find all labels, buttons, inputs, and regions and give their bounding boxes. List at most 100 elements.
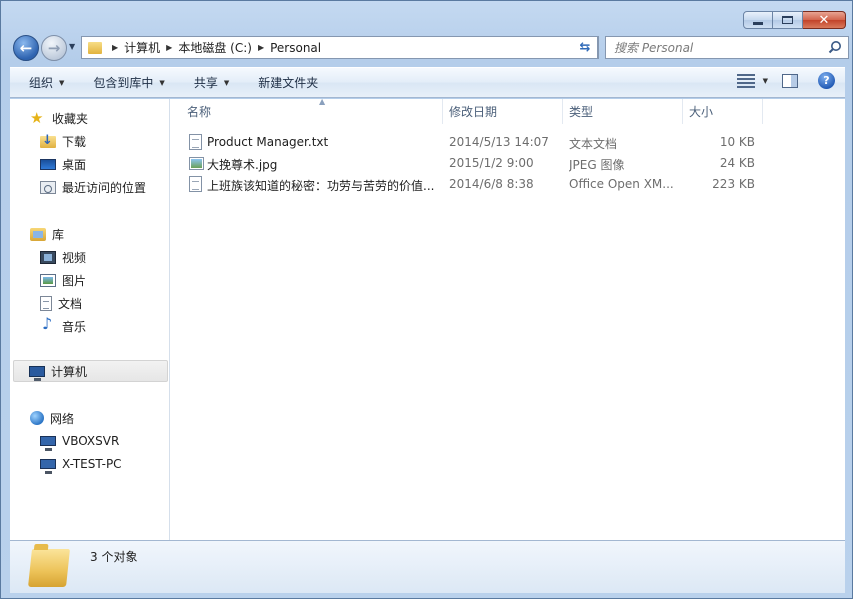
search-box: [605, 36, 849, 59]
minimize-icon: [753, 21, 763, 25]
nav-desktop-label: 桌面: [62, 157, 87, 172]
file-list: 名称 ▲ 修改日期 类型 大小 Product Manager.txt 2014…: [171, 97, 845, 540]
breadcrumb-personal[interactable]: Personal: [270, 41, 321, 55]
column-header-type[interactable]: 类型: [563, 99, 683, 124]
file-size: 223 KB: [712, 177, 755, 191]
address-bar[interactable]: ▶ 计算机 ▶ 本地磁盘 (C:) ▶ Personal ▼: [81, 36, 599, 59]
file-modified: 2014/6/8 8:38: [449, 177, 534, 191]
nav-computer[interactable]: 计算机: [13, 360, 168, 382]
file-name: 大挽尊术.jpg: [207, 158, 278, 172]
nav-recent-places[interactable]: 最近访问的位置: [40, 176, 146, 198]
search-input[interactable]: [614, 38, 824, 57]
column-size-label: 大小: [689, 105, 714, 119]
music-icon: [40, 314, 56, 334]
include-in-library-menu[interactable]: 包含到库中 ▼: [83, 70, 174, 96]
nav-downloads[interactable]: 下载: [40, 130, 86, 152]
breadcrumb-local-disk[interactable]: 本地磁盘 (C:): [178, 39, 252, 56]
recent-places-icon: [40, 180, 56, 194]
nav-downloads-label: 下载: [62, 134, 87, 149]
nav-music[interactable]: 音乐: [40, 314, 86, 337]
caption-buttons: ✕: [743, 11, 846, 29]
back-button[interactable]: ←: [13, 35, 39, 61]
column-header-size[interactable]: 大小: [683, 99, 763, 124]
recent-pages-dropdown[interactable]: ▼: [69, 42, 75, 51]
network-computer-icon: [40, 436, 56, 451]
file-type: JPEG 图像: [569, 158, 625, 172]
new-folder-button[interactable]: 新建文件夹: [248, 70, 328, 96]
network-icon: [30, 411, 44, 425]
content-area: ★收藏夹 下载 桌面 最近访问的位置 库 视频 图片 文档 音乐 计算机 网络 …: [10, 97, 845, 540]
nav-libraries[interactable]: 库: [30, 223, 64, 245]
forward-button[interactable]: →: [41, 35, 67, 61]
chevron-right-icon[interactable]: ▶: [258, 43, 264, 52]
nav-desktop[interactable]: 桌面: [40, 153, 86, 175]
search-icon[interactable]: [828, 40, 842, 54]
close-button[interactable]: ✕: [803, 11, 846, 29]
share-label: 共享: [193, 76, 218, 90]
column-type-label: 类型: [569, 105, 594, 119]
nav-libraries-label: 库: [52, 227, 65, 242]
command-bar: 组织 ▼ 包含到库中 ▼ 共享 ▼ 新建文件夹 ▼ ?: [10, 67, 845, 98]
nav-network-item-label: VBOXSVR: [62, 434, 120, 448]
navigation-bar: ← → ▼ ▶ 计算机 ▶ 本地磁盘 (C:) ▶ Personal ▼ ⇆: [11, 33, 849, 63]
nav-network-item[interactable]: X-TEST-PC: [40, 453, 122, 475]
breadcrumb-computer[interactable]: 计算机: [124, 39, 160, 56]
file-row[interactable]: 上班族该知道的秘密：功劳与苦劳的价值... 2014/6/8 8:38 Offi…: [183, 174, 783, 195]
column-modified-label: 修改日期: [449, 105, 498, 119]
nav-network-label: 网络: [50, 411, 75, 426]
file-name: 上班族该知道的秘密：功劳与苦劳的价值...: [207, 179, 435, 193]
file-row[interactable]: Product Manager.txt 2014/5/13 14:07 文本文档…: [183, 132, 783, 153]
text-file-icon: [189, 134, 202, 150]
documents-icon: [40, 295, 52, 311]
explorer-window: ✕ ← → ▼ ▶ 计算机 ▶ 本地磁盘 (C:) ▶ Personal ▼ ⇆…: [0, 0, 853, 599]
nav-videos-label: 视频: [62, 250, 87, 265]
view-controls: ▼ ?: [736, 72, 835, 89]
close-icon: ✕: [818, 12, 830, 28]
file-size: 24 KB: [719, 156, 755, 170]
nav-favorites-label: 收藏夹: [52, 111, 89, 126]
desktop-icon: [40, 158, 56, 170]
file-name: Product Manager.txt: [207, 135, 329, 149]
back-arrow-icon: ←: [19, 39, 33, 57]
chevron-right-icon[interactable]: ▶: [166, 43, 172, 52]
document-file-icon: [189, 176, 202, 192]
file-row[interactable]: 大挽尊术.jpg 2015/1/2 9:00 JPEG 图像 24 KB: [183, 153, 783, 174]
refresh-button[interactable]: ⇆: [573, 36, 598, 59]
video-icon: [40, 250, 56, 264]
nav-documents[interactable]: 文档: [40, 292, 82, 314]
column-header-name[interactable]: 名称 ▲: [181, 97, 443, 124]
nav-network-item[interactable]: VBOXSVR: [40, 430, 119, 452]
organize-label: 组织: [29, 76, 54, 90]
library-icon: [30, 227, 46, 241]
nav-network-item-label: X-TEST-PC: [62, 457, 122, 471]
folder-icon: [28, 549, 70, 587]
downloads-icon: [40, 133, 56, 148]
star-icon: ★: [30, 109, 44, 127]
column-header-modified[interactable]: 修改日期: [443, 99, 563, 124]
change-view-icon[interactable]: [736, 73, 755, 88]
nav-computer-label: 计算机: [51, 364, 88, 379]
maximize-icon: [782, 16, 793, 24]
chevron-down-icon: ▼: [59, 78, 65, 87]
share-menu[interactable]: 共享 ▼: [184, 70, 239, 96]
sort-ascending-icon: ▲: [319, 97, 326, 106]
refresh-icon: ⇆: [579, 40, 591, 55]
nav-network[interactable]: 网络: [30, 407, 74, 429]
preview-pane-icon[interactable]: [782, 73, 798, 88]
chevron-right-icon[interactable]: ▶: [112, 43, 118, 52]
minimize-button[interactable]: [743, 11, 773, 29]
file-type: Office Open XM...: [569, 177, 674, 191]
network-computer-icon: [40, 459, 56, 474]
nav-favorites[interactable]: ★ 收藏夹: [30, 107, 88, 129]
nav-pictures-label: 图片: [62, 273, 87, 288]
nav-pictures[interactable]: 图片: [40, 269, 86, 291]
maximize-button[interactable]: [773, 11, 803, 29]
organize-menu[interactable]: 组织 ▼: [19, 70, 74, 96]
new-folder-label: 新建文件夹: [258, 76, 319, 90]
help-icon[interactable]: ?: [818, 72, 835, 89]
view-options-dropdown[interactable]: ▼: [763, 77, 768, 85]
file-modified: 2015/1/2 9:00: [449, 156, 534, 170]
nav-videos[interactable]: 视频: [40, 246, 86, 268]
chevron-down-icon: ▼: [159, 78, 165, 87]
chevron-down-icon: ▼: [223, 78, 230, 87]
